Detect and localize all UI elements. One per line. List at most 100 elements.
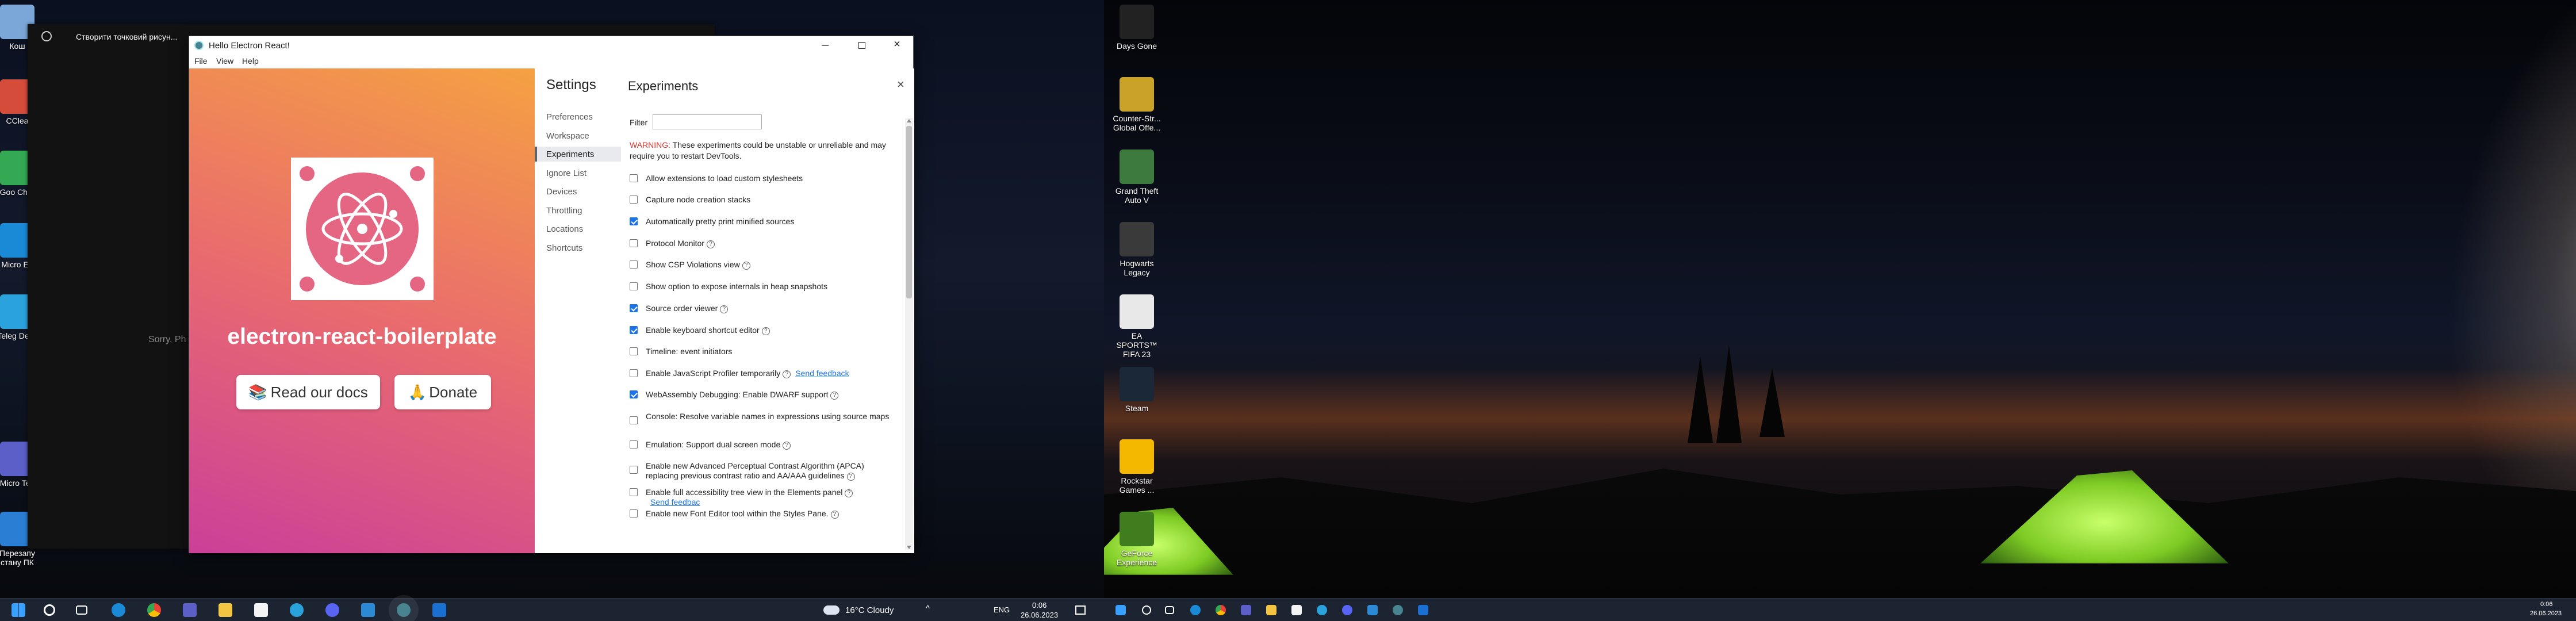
filter-input[interactable] (653, 114, 762, 129)
experiment-label[interactable]: Show CSP Violations view (646, 260, 740, 269)
weather-text[interactable]: 16°C Cloudy (845, 605, 894, 615)
file-explorer-icon[interactable] (218, 603, 232, 617)
settings-nav-item[interactable]: Experiments (546, 150, 594, 159)
scrollbar-down-arrow[interactable] (907, 546, 911, 549)
help-icon[interactable]: ? (783, 442, 791, 450)
desktop-shortcut[interactable]: Steam (1104, 367, 1200, 413)
read-docs-button[interactable]: 📚 Read our docs (236, 375, 380, 409)
task-view-icon[interactable] (1165, 606, 1174, 614)
edge-icon[interactable] (1190, 605, 1201, 615)
settings-nav-item[interactable]: Throttling (546, 206, 582, 216)
donate-button[interactable]: 🙏 Donate (394, 375, 491, 409)
help-icon[interactable]: ? (845, 489, 853, 497)
windows-start-icon[interactable] (12, 603, 25, 617)
desktop-shortcut[interactable]: Rockstar Games ... (1104, 439, 1200, 494)
experiment-label[interactable]: Emulation: Support dual screen mode (646, 440, 780, 449)
vscode-icon[interactable] (361, 603, 375, 617)
experiment-label[interactable]: Enable full accessibility tree view in t… (646, 488, 842, 497)
experiment-label[interactable]: Allow extensions to load custom styleshe… (646, 174, 803, 183)
desktop-shortcut[interactable]: Counter-Str... Global Offe... (1104, 77, 1200, 132)
experiment-checkbox[interactable] (630, 282, 638, 290)
electron-taskbar-icon[interactable] (389, 595, 419, 621)
experiment-checkbox[interactable] (630, 369, 638, 377)
telegram-icon[interactable] (1317, 605, 1327, 615)
settings-nav-item[interactable]: Devices (546, 187, 577, 197)
discord-icon[interactable] (1342, 605, 1352, 615)
windows-start-icon[interactable] (1116, 605, 1126, 615)
taskbar-time[interactable]: 0:06 (2540, 601, 2552, 608)
settings-nav-item[interactable]: Ignore List (546, 168, 586, 178)
electron-app-window[interactable]: Hello Electron React! × File View Help e… (189, 36, 914, 553)
help-icon[interactable]: ? (783, 370, 791, 378)
experiment-checkbox[interactable] (630, 326, 638, 334)
help-icon[interactable]: ? (720, 305, 729, 313)
settings-nav-item[interactable]: Locations (546, 224, 583, 234)
settings-nav-item[interactable]: Workspace (546, 131, 589, 141)
experiments-scrollbar[interactable] (905, 118, 913, 550)
desktop-shortcut[interactable]: Grand Theft Auto V (1104, 150, 1200, 205)
taskbar-date[interactable]: 26.06.2023 (2530, 610, 2562, 617)
discord-icon[interactable] (325, 603, 339, 617)
taskbar-time[interactable]: 0:06 (1032, 601, 1046, 610)
experiment-label[interactable]: Enable keyboard shortcut editor (646, 325, 760, 335)
menu-help[interactable]: Help (242, 56, 259, 66)
desktop-shortcut[interactable]: EA SPORTS™ FIFA 23 (1104, 294, 1200, 359)
experiment-checkbox[interactable] (630, 466, 638, 474)
settings-nav-item[interactable]: Preferences (546, 112, 593, 122)
experiment-label[interactable]: Protocol Monitor (646, 239, 704, 248)
experiment-label[interactable]: Automatically pretty print minified sour… (646, 217, 794, 226)
experiment-checkbox[interactable] (630, 440, 638, 448)
search-icon[interactable] (44, 604, 55, 616)
help-icon[interactable]: ? (742, 262, 750, 270)
send-feedback-link[interactable]: Send feedbac (650, 497, 700, 507)
chrome-icon[interactable] (1216, 605, 1226, 615)
store-icon[interactable] (254, 603, 268, 617)
help-icon[interactable]: ? (846, 473, 855, 481)
store-icon[interactable] (1291, 605, 1302, 615)
help-icon[interactable]: ? (830, 511, 839, 519)
chrome-icon[interactable] (147, 603, 161, 617)
experiment-checkbox[interactable] (630, 390, 638, 398)
scrollbar-thumb[interactable] (906, 126, 912, 298)
help-icon[interactable]: ? (761, 327, 770, 335)
experiment-label[interactable]: Console: Resolve variable names in expre… (646, 412, 889, 421)
maximize-button[interactable] (856, 40, 868, 51)
experiment-checkbox[interactable] (630, 174, 638, 182)
experiment-checkbox[interactable] (630, 347, 638, 355)
scrollbar-up-arrow[interactable] (907, 119, 911, 122)
experiment-checkbox[interactable] (630, 488, 638, 496)
search-icon[interactable] (1142, 605, 1151, 615)
experiment-checkbox[interactable] (630, 260, 638, 269)
experiment-label[interactable]: WebAssembly Debugging: Enable DWARF supp… (646, 390, 828, 399)
app-taskbar-icon[interactable] (432, 603, 446, 617)
menu-view[interactable]: View (216, 56, 233, 66)
experiment-checkbox[interactable] (630, 239, 638, 247)
desktop-shortcut[interactable]: GeForce Experience (1104, 512, 1200, 567)
close-button[interactable]: × (891, 38, 903, 51)
minimize-button[interactable] (819, 40, 831, 51)
experiment-label[interactable]: Timeline: event initiators (646, 347, 732, 356)
experiment-label[interactable]: Source order viewer (646, 304, 718, 313)
help-icon[interactable]: ? (706, 240, 715, 248)
experiment-label[interactable]: Enable JavaScript Profiler temporarily (646, 369, 780, 378)
experiment-checkbox[interactable] (630, 416, 638, 424)
experiment-label[interactable]: Show option to expose internals in heap … (646, 282, 827, 291)
experiment-checkbox[interactable] (630, 304, 638, 312)
language-indicator[interactable]: ENG (994, 605, 1010, 614)
send-feedback-link[interactable]: Send feedback (795, 369, 849, 378)
tray-chevron-icon[interactable]: ^ (926, 604, 930, 614)
experiment-label[interactable]: Capture node creation stacks (646, 195, 750, 204)
desktop-shortcut[interactable]: Hogwarts Legacy (1104, 222, 1200, 277)
telegram-icon[interactable] (290, 603, 304, 617)
desktop-shortcut[interactable]: Days Gone (1104, 5, 1200, 51)
experiment-label[interactable]: Enable new Advanced Perceptual Contrast … (646, 461, 864, 480)
file-explorer-icon[interactable] (1266, 605, 1276, 615)
taskbar-date[interactable]: 26.06.2023 (1021, 611, 1058, 619)
notification-icon[interactable] (1075, 605, 1086, 615)
settings-close-icon[interactable]: × (897, 77, 904, 92)
experiment-checkbox[interactable] (630, 509, 638, 518)
help-icon[interactable]: ? (830, 392, 839, 400)
electron-taskbar-icon[interactable] (1393, 605, 1403, 615)
teams-icon[interactable] (183, 603, 197, 617)
task-view-icon[interactable] (76, 605, 87, 615)
